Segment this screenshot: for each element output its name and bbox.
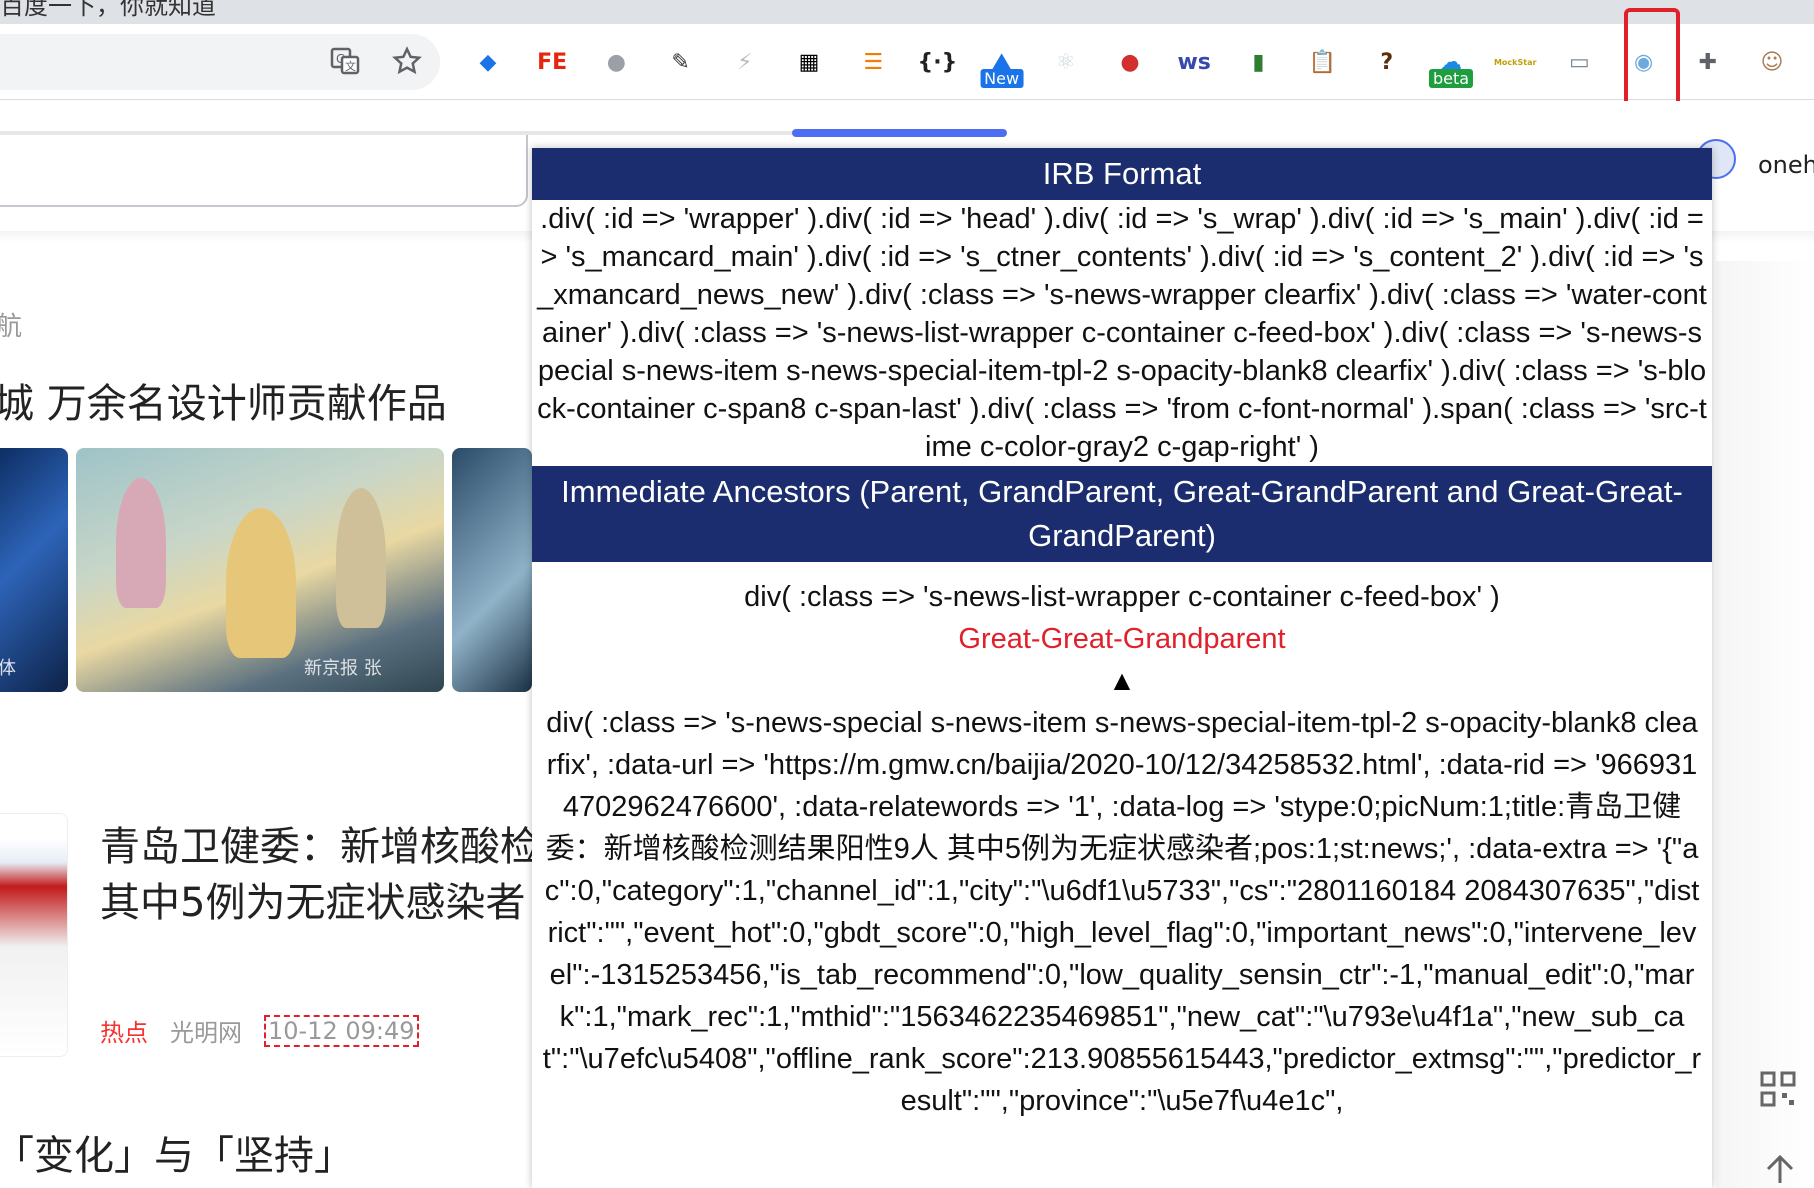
search-input[interactable] — [0, 135, 528, 207]
new-badge-extension[interactable]: ⛰ New — [980, 42, 1024, 88]
fe-extension[interactable]: FE — [532, 42, 572, 82]
lightning-extension[interactable]: ⚡ — [725, 42, 765, 82]
news-title-line-2: 其中5例为无症状感染者 — [100, 880, 526, 926]
star-icon[interactable] — [390, 44, 424, 78]
new-badge-extension-badge: New — [980, 69, 1024, 88]
back-to-top-icon[interactable] — [1762, 1149, 1798, 1188]
ancestors-header: Immediate Ancestors (Parent, GrandParent… — [532, 466, 1712, 562]
news-title[interactable]: 青岛卫健委：新增核酸检 其中5例为无症状感染者 — [100, 819, 540, 931]
blue-diamond-extension[interactable]: ◆ — [468, 42, 508, 82]
news-headline[interactable]: 城 万余名设计师贡献作品 — [0, 371, 447, 429]
beta-extension-badge: beta — [1428, 69, 1474, 88]
eyedropper-extension[interactable]: ✎ — [661, 42, 701, 82]
puzzle-extensions-menu[interactable]: ✚ — [1688, 42, 1728, 82]
question-extension[interactable]: ? — [1367, 42, 1407, 82]
loading-indicator — [792, 129, 1007, 137]
hot-tag: 热点 — [100, 1019, 148, 1047]
great-grandparent-code: div( :class => 's-news-special s-news-it… — [542, 707, 1702, 1117]
globe-extension[interactable]: ● — [596, 42, 636, 82]
sidebar-area — [1716, 261, 1814, 1188]
great-great-grandparent-code: div( :class => 's-news-list-wrapper c-co… — [744, 581, 1500, 613]
photo-caption: 体 — [0, 658, 16, 679]
json-braces-extension[interactable]: {·} — [917, 42, 958, 82]
react-atom-extension[interactable]: ⚛ — [1046, 42, 1086, 82]
clipboard-extension[interactable]: 📋 — [1303, 42, 1343, 82]
news-photo-right[interactable] — [452, 448, 532, 692]
news-time: 10-12 09:49 — [264, 1014, 419, 1047]
tab-strip: 百度一下，你就知道 — [0, 0, 1814, 24]
irb-format-panel: IRB Format .div( :id => 'wrapper' ).div(… — [532, 148, 1712, 1188]
photo-caption: 新京报 张 — [304, 658, 382, 679]
browser-toolbar: G文 ◆ FE ● ✎ ⚡ ▦ ☰ {·} ⛰ New ⚛ ● ws ▮ 📋? ☁ beta MockStar ▭ ◉… — [0, 24, 1814, 100]
translate-icon[interactable]: G文 — [328, 44, 362, 78]
ancestors-list: div( :class => 's-news-list-wrapper c-co… — [532, 562, 1712, 1122]
news-meta: 热点 光明网 10-12 09:49 — [100, 1013, 419, 1048]
address-bar[interactable] — [0, 34, 440, 90]
next-headline[interactable]: 「变化」与「坚持」 — [0, 1123, 354, 1181]
nav-fragment[interactable]: 航 — [0, 306, 22, 343]
news-source[interactable]: 光明网 — [170, 1013, 242, 1048]
news-photo-dancers[interactable]: 新京报 张 — [76, 448, 444, 692]
irb-path-text: .div( :id => 'wrapper' ).div( :id => 'he… — [537, 203, 1707, 463]
qr-code-extension[interactable]: ▦ — [789, 42, 829, 82]
svg-text:文: 文 — [345, 59, 356, 73]
profile-avatar[interactable]: ☺ — [1752, 42, 1792, 82]
mockstar-extension[interactable]: MockStar — [1494, 42, 1536, 82]
image-download-extension[interactable]: ▭ — [1559, 42, 1599, 82]
stack-extension[interactable]: ☰ — [853, 42, 893, 82]
news-thumbnail[interactable] — [0, 813, 68, 1057]
beta-extension[interactable]: ☁ beta — [1428, 42, 1474, 88]
qr-code-icon[interactable] — [1758, 1069, 1814, 1141]
up-arrow-icon: ▲ — [1108, 665, 1136, 696]
great-great-grandparent-label: Great-Great-Grandparent — [958, 623, 1286, 655]
ws-extension[interactable]: ws — [1174, 42, 1214, 82]
irb-format-header: IRB Format — [532, 148, 1712, 200]
user-name[interactable]: oneh — [1758, 151, 1814, 179]
tab-title[interactable]: 百度一下，你就知道 — [0, 0, 216, 21]
news-photo-left[interactable]: 体 — [0, 448, 68, 692]
battery-extension[interactable]: ▮ — [1238, 42, 1278, 82]
news-title-line-1: 青岛卫健委：新增核酸检 — [100, 824, 540, 870]
red-dot-extension[interactable]: ● — [1110, 42, 1150, 82]
